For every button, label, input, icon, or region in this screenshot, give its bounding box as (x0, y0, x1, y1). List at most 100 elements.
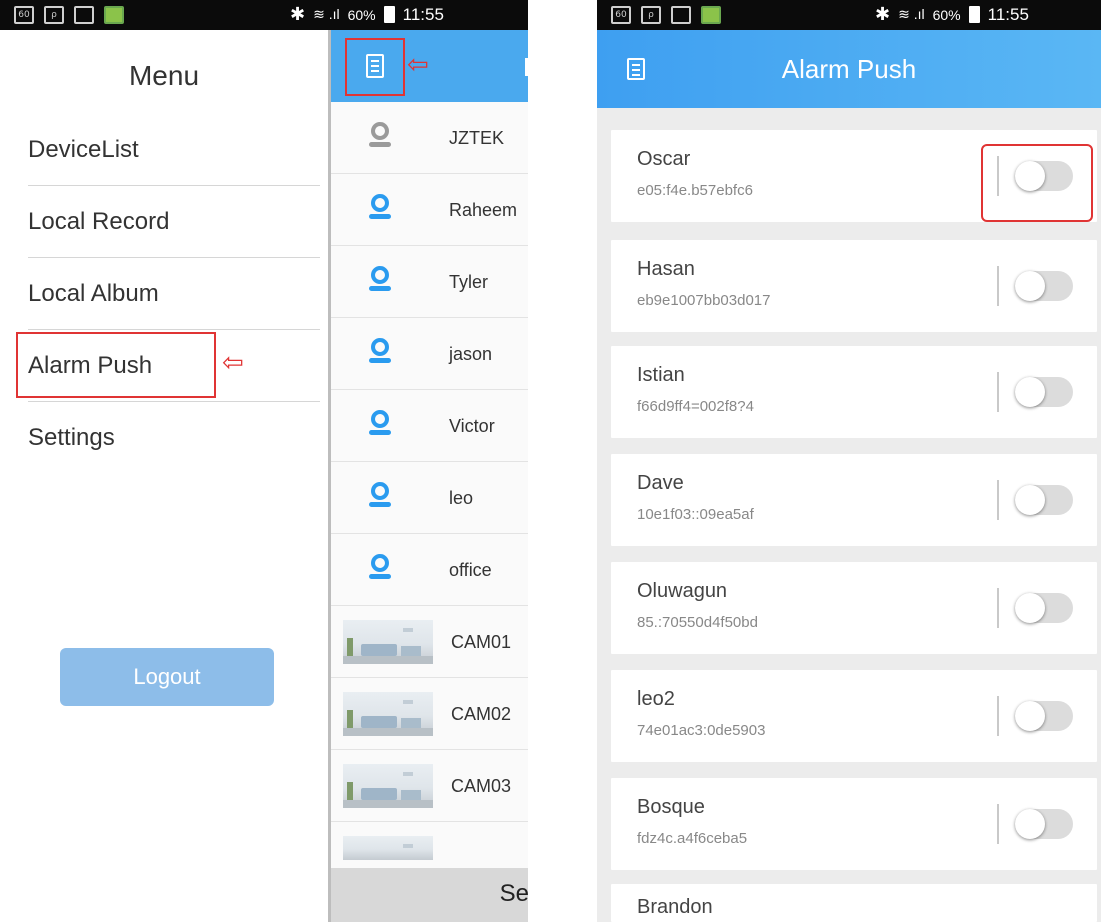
menu-item-local-album[interactable]: Local Album (28, 258, 320, 330)
camera-row[interactable]: CAM01 (331, 606, 528, 678)
battery-percent: 60% (932, 6, 961, 23)
alarm-device-name: Bosque (637, 796, 705, 818)
camera-name: CAM03 (451, 776, 512, 796)
gallery-icon (74, 6, 94, 24)
camera-online-icon (369, 554, 391, 580)
alarm-card: Hasan eb9e1007bb03d017 (611, 240, 1097, 332)
menu-icon[interactable] (345, 38, 405, 96)
device-name: office (449, 560, 492, 580)
camera-online-icon (369, 482, 391, 508)
device-row[interactable]: Tyler (331, 246, 528, 318)
device-row[interactable]: leo (331, 462, 528, 534)
menu-item-settings[interactable]: Settings (28, 402, 320, 474)
status-bar: 60 ρ ✱ ≋ .ıl 60% 11:55 (597, 0, 1101, 30)
clock-time: 11:55 (402, 4, 444, 24)
alarm-device-name: Hasan (637, 258, 695, 280)
notification-60-icon: 60 (611, 6, 631, 24)
status-bar-notification-icons: 60 ρ (14, 6, 124, 24)
search-app-icon: ρ (44, 6, 64, 24)
alarm-device-id: 10e1f03::09ea5af (637, 506, 754, 523)
device-row[interactable]: Raheem (331, 174, 528, 246)
status-bar-system-icons: ✱ ≋ .ıl 60% 11:55 (290, 4, 444, 25)
alarm-device-id: 85.:70550d4f50bd (637, 614, 758, 631)
left-phone-screen: 60 ρ ✱ ≋ .ıl 60% 11:55 ⇦ JZTEK Raheem Ty… (0, 0, 528, 922)
right-phone-screen: 60 ρ ✱ ≋ .ıl 60% 11:55 Alarm Push Oscar … (597, 0, 1101, 922)
menu-drawer: Menu DeviceList Local Record Local Album… (0, 30, 328, 922)
alarm-card: Bosque fdz4c.a4f6ceba5 (611, 778, 1097, 870)
alarm-card: Istian f66d9ff4=002f8?4 (611, 346, 1097, 438)
camera-online-icon (369, 410, 391, 436)
camera-online-icon (369, 338, 391, 364)
divider (997, 696, 999, 736)
device-row[interactable]: jason (331, 318, 528, 390)
device-list-edge (525, 58, 528, 76)
status-bar: 60 ρ ✱ ≋ .ıl 60% 11:55 (0, 0, 528, 30)
alarm-device-id: e05:f4e.b57ebfc6 (637, 182, 753, 199)
camera-thumbnail (343, 620, 433, 664)
alarm-push-highlight-box (16, 332, 216, 398)
camera-row[interactable]: CAM02 (331, 678, 528, 750)
camera-name: CAM02 (451, 704, 512, 724)
gallery-icon (671, 6, 691, 24)
menu-item-device-list[interactable]: DeviceList (28, 114, 320, 186)
alarm-card: leo2 74e01ac3:0de5903 (611, 670, 1097, 762)
search-app-icon: ρ (641, 6, 661, 24)
alarm-device-id: eb9e1007bb03d017 (637, 292, 771, 309)
menu-item-local-record[interactable]: Local Record (28, 186, 320, 258)
alarm-toggle[interactable] (1015, 809, 1073, 839)
alarm-toggle[interactable] (1015, 701, 1073, 731)
device-name: leo (449, 488, 474, 508)
bluetooth-icon: ✱ (290, 4, 306, 24)
camera-thumbnail (343, 836, 433, 860)
footer-label: Se (499, 880, 528, 907)
camera-thumbnail (343, 692, 433, 736)
alarm-card: Oluwagun 85.:70550d4f50bd (611, 562, 1097, 654)
alarm-device-name: Brandon (637, 896, 713, 918)
camera-thumbnail (343, 764, 433, 808)
alarm-device-name: Istian (637, 364, 685, 386)
battery-icon (383, 6, 395, 23)
alarm-device-name: Oluwagun (637, 580, 728, 602)
device-name: JZTEK (449, 128, 505, 148)
alarm-device-name: Oscar (637, 148, 691, 170)
divider (997, 804, 999, 844)
bluetooth-icon: ✱ (875, 4, 891, 24)
toggle-highlight-box (981, 144, 1093, 222)
device-row[interactable]: office (331, 534, 528, 606)
device-list-app-bar: ⇦ (331, 30, 528, 102)
logout-button[interactable]: Logout (60, 648, 274, 706)
device-row[interactable]: Victor (331, 390, 528, 462)
device-row[interactable]: JZTEK (331, 102, 528, 174)
alarm-toggle[interactable] (1015, 377, 1073, 407)
alarm-toggle[interactable] (1015, 271, 1073, 301)
alarm-toggle[interactable] (1015, 593, 1073, 623)
clock-time: 11:55 (987, 4, 1029, 24)
status-bar-notification-icons: 60 ρ (611, 6, 721, 24)
alarm-device-id: f66d9ff4=002f8?4 (637, 398, 754, 415)
alarm-card: Brandon (611, 884, 1097, 922)
alarm-toggle[interactable] (1015, 485, 1073, 515)
menu-title: Menu (128, 60, 200, 91)
camera-offline-icon (369, 122, 391, 148)
device-name: Raheem (449, 200, 518, 220)
device-name: Tyler (449, 272, 489, 292)
device-name: Victor (449, 416, 495, 436)
status-bar-system-icons: ✱ ≋ .ıl 60% 11:55 (875, 4, 1029, 25)
camera-row[interactable]: CAM03 (331, 750, 528, 822)
device-list-footer[interactable]: Se (331, 868, 528, 922)
divider (997, 372, 999, 412)
camera-online-icon (369, 266, 391, 292)
device-name: jason (449, 344, 493, 364)
wifi-signal-icon: ≋ .ıl (898, 6, 925, 22)
notification-60-icon: 60 (14, 6, 34, 24)
divider (997, 588, 999, 628)
wifi-signal-icon: ≋ .ıl (313, 6, 340, 22)
game-app-icon (701, 6, 721, 24)
divider (997, 480, 999, 520)
camera-name: CAM01 (451, 632, 512, 652)
battery-icon (968, 6, 980, 23)
annotation-arrow-icon: ⇦ (222, 348, 244, 378)
device-list-panel: ⇦ JZTEK Raheem Tyler jason Victor leo of… (328, 30, 528, 922)
alarm-device-name: leo2 (637, 688, 675, 710)
divider (997, 266, 999, 306)
